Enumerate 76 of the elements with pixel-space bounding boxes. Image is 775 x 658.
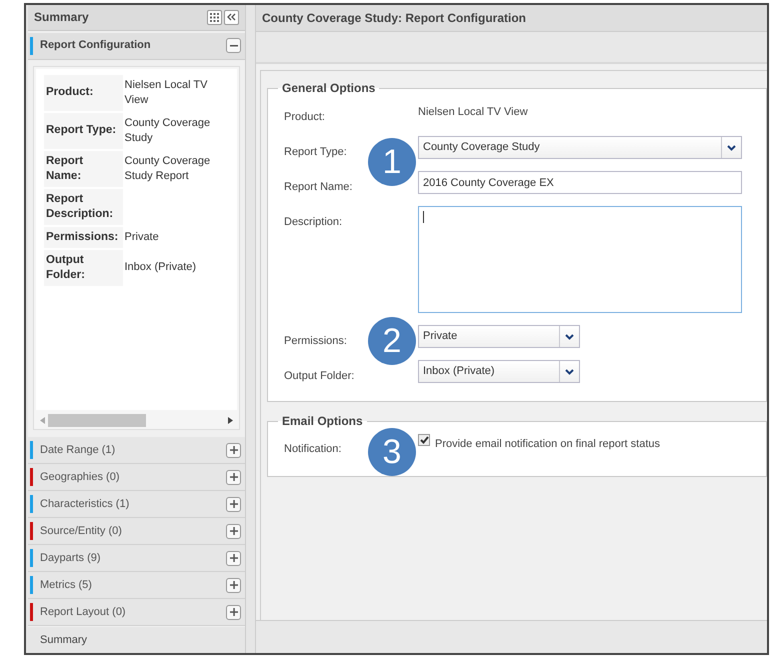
field-label: Description: xyxy=(284,216,342,228)
grid-button[interactable] xyxy=(207,10,222,25)
minus-icon xyxy=(230,44,238,47)
notification-checkbox[interactable]: Provide email notification on final report status xyxy=(418,436,660,452)
checkmark-icon xyxy=(420,436,428,444)
section-title: Report Configuration xyxy=(40,38,152,54)
detail-label: Product: xyxy=(44,74,122,111)
accordion-item[interactable]: Geographies (0) xyxy=(28,464,245,492)
detail-value: Private xyxy=(124,230,159,245)
summary-tab[interactable]: Summary xyxy=(28,627,245,653)
description-field[interactable] xyxy=(418,206,742,313)
detail-label: Output Folder: xyxy=(44,250,122,286)
field-value: Nielsen Local TV View xyxy=(418,105,528,120)
accordion-item[interactable]: Dayparts (9) xyxy=(28,545,245,572)
item-label: Dayparts (9) xyxy=(40,550,102,566)
section-header[interactable]: Report Configuration xyxy=(28,32,245,60)
chevron-down-icon xyxy=(565,368,574,374)
collapse-button[interactable] xyxy=(226,38,241,54)
field-label: Notification: xyxy=(284,443,342,455)
page-title: County Coverage Study: Report Configuration xyxy=(262,10,526,27)
field-label: Product: xyxy=(284,111,325,123)
accordion-item[interactable]: Source/Entity (0) xyxy=(28,518,245,546)
field-label: Report Type: xyxy=(284,146,347,158)
plus-icon xyxy=(230,500,238,508)
accordion-item[interactable]: Report Layout (0) xyxy=(28,599,245,626)
detail-label: Report Type: xyxy=(44,112,122,149)
detail-label: Permissions: xyxy=(44,226,122,248)
dropdown-value: Private xyxy=(422,329,458,344)
text-field[interactable]: 2016 County Coverage EX xyxy=(418,171,742,194)
detail-value: Inbox (Private) xyxy=(124,260,196,276)
expand-button[interactable] xyxy=(226,604,241,620)
group-title: Email Options xyxy=(281,413,364,430)
item-label: Geographies (0) xyxy=(40,470,120,485)
expand-button[interactable] xyxy=(226,550,241,566)
expand-button[interactable] xyxy=(226,524,241,539)
chevron-down-icon xyxy=(727,144,736,150)
detail-value: County Coverage Study xyxy=(124,116,212,146)
expand-button[interactable] xyxy=(226,470,241,485)
field-label: Report Name: xyxy=(284,181,352,193)
detail-value: Nielsen Local TV View xyxy=(124,78,208,108)
accordion-item[interactable]: Characteristics (1) xyxy=(28,491,245,518)
dropdown-value: County Coverage Study xyxy=(422,140,541,155)
checkbox[interactable] xyxy=(418,434,430,446)
expand-button[interactable] xyxy=(226,442,241,458)
accordion-item[interactable]: Date Range (1) xyxy=(28,437,245,464)
plus-icon xyxy=(230,473,238,482)
double-chevron-left-icon xyxy=(227,13,236,22)
accordion-item[interactable]: Metrics (5) xyxy=(28,572,245,600)
dropdown[interactable]: County Coverage Study xyxy=(418,136,742,159)
panel-title: Summary xyxy=(34,9,90,26)
field-label: Output Folder: xyxy=(284,370,354,382)
field-label: Permissions: xyxy=(284,335,347,347)
plus-icon xyxy=(230,554,238,562)
text-cursor xyxy=(423,211,424,223)
grid-icon xyxy=(210,12,219,22)
plus-icon xyxy=(230,608,238,616)
detail-label: Report Name: xyxy=(44,150,122,187)
plus-icon xyxy=(230,446,238,454)
dropdown-value: Inbox (Private) xyxy=(422,364,496,379)
plus-icon xyxy=(230,527,238,536)
expand-button[interactable] xyxy=(226,496,241,512)
item-label: Date Range (1) xyxy=(40,442,116,458)
item-label: Characteristics (1) xyxy=(40,496,130,512)
item-label: Source/Entity (0) xyxy=(40,524,123,539)
plus-icon xyxy=(230,581,238,590)
scroll-right-icon[interactable] xyxy=(228,417,233,424)
collapse-button[interactable] xyxy=(224,10,239,25)
group-title: General Options xyxy=(281,80,376,97)
expand-button[interactable] xyxy=(226,578,241,593)
detail-label: Report Description: xyxy=(44,188,122,225)
dropdown[interactable]: Inbox (Private) xyxy=(418,360,580,383)
dropdown[interactable]: Private xyxy=(418,325,580,348)
item-label: Report Layout (0) xyxy=(40,604,127,620)
item-label: Metrics (5) xyxy=(40,578,93,593)
chevron-down-icon xyxy=(565,334,574,340)
detail-value: County Coverage Study Report xyxy=(124,154,212,184)
